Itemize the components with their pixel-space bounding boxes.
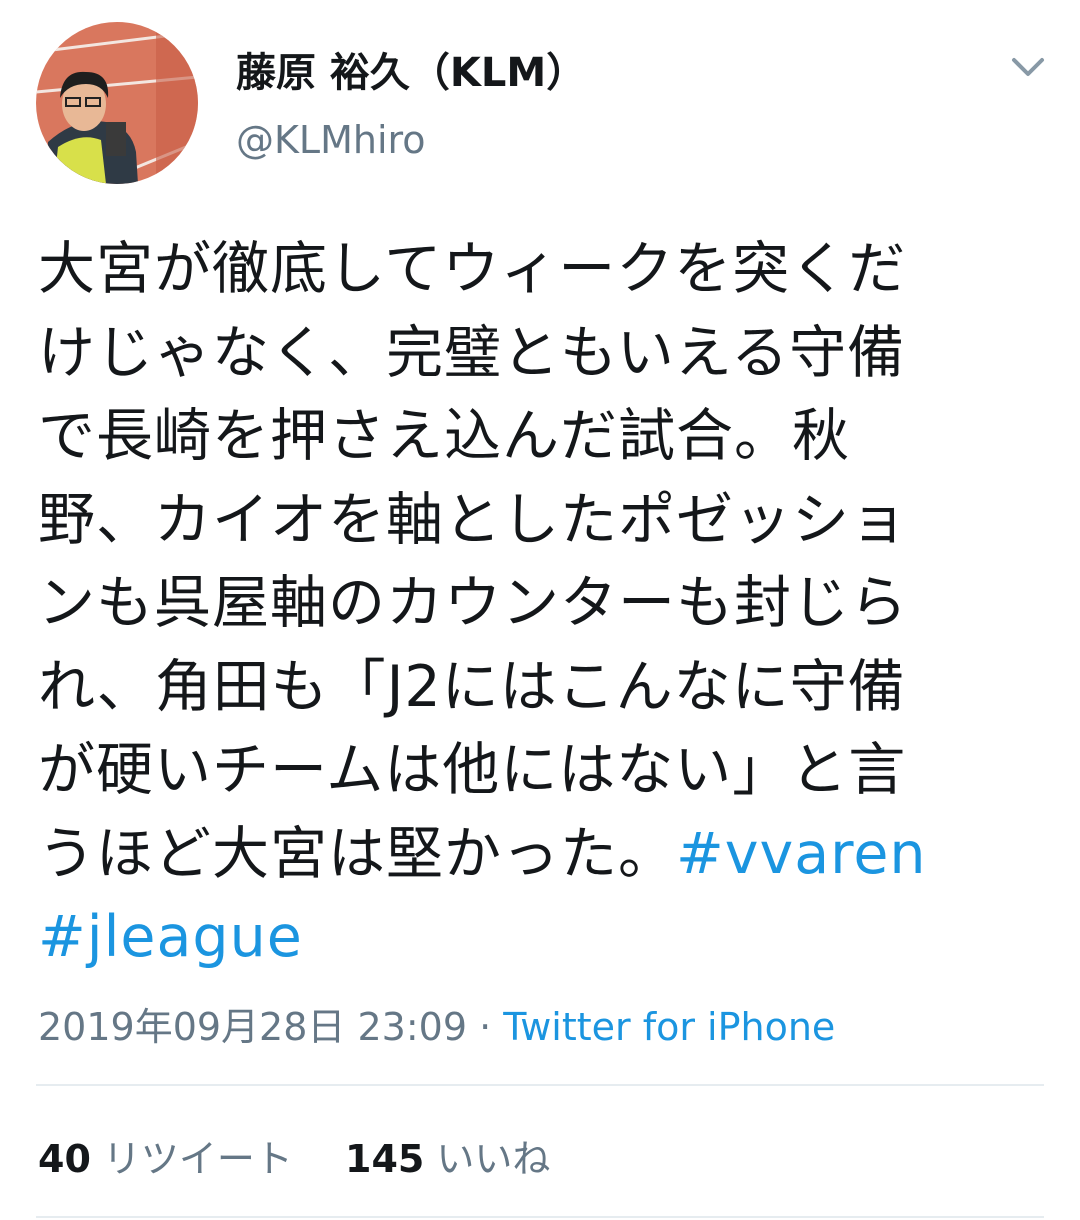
meta-separator: · [467, 1005, 504, 1049]
likes-stat[interactable]: 145 いいね [345, 1128, 550, 1183]
tweet-text-line: 大宮が徹底してウィークを突くだ [38, 236, 907, 302]
like-label: いいね [436, 1137, 551, 1181]
retweet-label: リツイート [102, 1137, 293, 1181]
like-count: 145 [345, 1137, 425, 1181]
retweets-stat[interactable]: 40 リツイート [38, 1128, 293, 1183]
tweet-text: 大宮が徹底してウィークを突くだ けじゃなく、完璧ともいえる守備 で長崎を押さえ込… [38, 228, 1043, 980]
retweet-count: 40 [38, 1137, 91, 1181]
tweet-text-line: うほど大宮は堅かった。#vvaren [38, 813, 1043, 897]
chevron-down-icon[interactable] [1008, 50, 1048, 82]
author-handle[interactable]: @KLMhiro [236, 118, 426, 162]
tweet-text-line: ンも呉屋軸のカウンターも封じら [38, 570, 908, 636]
tweet-meta: 2019年09月28日 23:09 · Twitter for iPhone [38, 996, 835, 1051]
tweet-detail: 藤原 裕久（KLM） @KLMhiro 大宮が徹底してウィークを突くだ けじゃな… [0, 0, 1080, 1220]
author-display-name[interactable]: 藤原 裕久（KLM） [236, 40, 586, 98]
tweet-text-line: で長崎を押さえ込んだ試合。秋 [38, 403, 850, 469]
tweet-text-line: けじゃなく、完璧ともいえる守備 [38, 319, 906, 386]
tweet-text-line: 野、カイオを軸としたポゼッショ [38, 486, 908, 553]
tweet-text-segment: うほど大宮は堅かった。 [38, 820, 676, 887]
tweet-text-line: が硬いチームは他にはない」と言 [38, 737, 907, 803]
divider [36, 1216, 1044, 1218]
tweet-stats: 40 リツイート 145 いいね [38, 1128, 550, 1183]
avatar-image [36, 22, 198, 184]
avatar[interactable] [36, 22, 198, 184]
tweet-text-line: #jleague [38, 896, 1043, 980]
hashtag-link[interactable]: #vvaren [676, 821, 927, 887]
tweet-source-link[interactable]: Twitter for iPhone [503, 1005, 835, 1049]
divider [36, 1084, 1044, 1086]
hashtag-link[interactable]: #jleague [38, 904, 303, 970]
tweet-text-line: れ、角田も「J2にはこんなに守備 [38, 653, 906, 720]
tweet-timestamp[interactable]: 2019年09月28日 23:09 [38, 1005, 467, 1049]
